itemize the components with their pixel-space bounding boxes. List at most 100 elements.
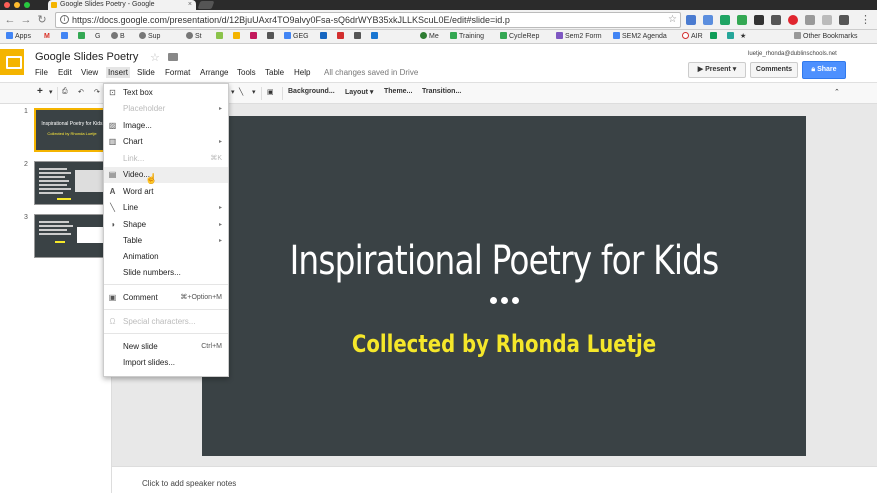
undo-icon[interactable]: ↶ [78,88,84,96]
browser-menu-icon[interactable]: ⋮ [860,13,871,26]
menu-item-table[interactable]: Table ▸ [104,233,228,249]
bookmark-8[interactable] [216,30,225,44]
bookmark-geg[interactable]: GEG [284,30,309,44]
reload-icon[interactable]: ↻ [35,13,49,27]
slide-thumbnail-3[interactable] [34,214,106,258]
bookmark-st[interactable]: St [186,30,202,44]
comment-add-icon[interactable]: ▣ [267,88,274,96]
bookmark-23[interactable] [710,30,719,44]
layout-button[interactable]: Layout ▾ [345,88,373,96]
redo-icon[interactable]: ↷ [94,88,100,96]
url-input[interactable]: i https://docs.google.com/presentation/d… [55,12,681,28]
download-extension-icon[interactable] [737,15,747,25]
print-icon[interactable]: ⎙ [62,88,68,96]
menu-item-placeholder[interactable]: Placeholder ▸ [104,101,228,117]
slides-logo-icon[interactable] [0,49,24,75]
bookmark-13[interactable] [320,30,329,44]
other-bookmarks[interactable]: Other Bookmarks [794,30,857,44]
bookmark-15[interactable] [354,30,363,44]
opera-extension-icon[interactable] [788,15,798,25]
present-button[interactable]: ▶ Present ▾ [688,62,746,78]
slide-subtitle[interactable]: Collected by Rhonda Luetje [256,330,751,358]
document-title[interactable]: Google Slides Poetry [35,51,138,63]
collapse-toolbar-icon[interactable]: ⌃ [834,88,840,96]
slide-thumbnail-2[interactable] [34,161,106,205]
menu-slide[interactable]: Slide [137,68,155,77]
main-slide[interactable]: Inspirational Poetry for Kids Collected … [202,116,806,456]
forward-arrow-icon[interactable]: → [19,13,33,27]
menu-item-animation[interactable]: Animation [104,249,228,265]
bookmark-me[interactable]: Me [420,30,439,44]
bookmark-training[interactable]: Training [450,30,484,44]
menu-item-video[interactable]: ▤ Video... [104,167,228,183]
star-document-icon[interactable]: ☆ [150,51,160,64]
minimize-window-icon[interactable] [14,2,20,8]
menu-insert[interactable]: Insert [106,67,131,78]
theme-button[interactable]: Theme... [384,88,412,95]
menu-file[interactable]: File [35,68,48,77]
bookmark-11[interactable] [267,30,276,44]
save-status[interactable]: All changes saved in Drive [324,68,418,77]
bookmark-b[interactable]: B [111,30,125,44]
bookmark-10[interactable] [250,30,259,44]
menu-item-special-characters[interactable]: Ω Special characters... [104,314,228,330]
slide-thumbnail-1[interactable]: Inspirational Poetry for Kids Collected … [34,108,106,152]
line-tool-icon[interactable]: ╲ [239,88,243,96]
folder-icon[interactable] [168,53,178,61]
comments-button[interactable]: Comments [750,62,798,78]
slide-title[interactable]: Inspirational Poetry for Kids [256,238,751,284]
menu-tools[interactable]: Tools [237,68,256,77]
menu-item-shape[interactable]: ◑ Shape ▸ [104,217,228,233]
menu-item-text-box[interactable]: ⊡ Text box [104,85,228,101]
background-button[interactable]: Background... [288,88,335,95]
menu-table[interactable]: Table [265,68,284,77]
extension-icon[interactable] [686,15,696,25]
menu-edit[interactable]: Edit [58,68,72,77]
bookmark-16[interactable] [371,30,380,44]
close-tab-icon[interactable]: × [188,0,192,10]
shape-dropdown-icon[interactable]: ▾ [231,88,235,96]
menu-item-import-slides[interactable]: Import slides... [104,355,228,371]
bookmark-cyclerep[interactable]: CycleRep [500,30,539,44]
extension-4-icon[interactable] [839,15,849,25]
menu-item-line[interactable]: ╲ Line ▸ [104,200,228,216]
bookmark-24[interactable] [727,30,736,44]
menu-item-word-art[interactable]: A Word art [104,184,228,200]
screen-extension-icon[interactable] [754,15,764,25]
maximize-window-icon[interactable] [24,2,30,8]
bookmark-calendar[interactable] [61,30,70,44]
bookmark-14[interactable] [337,30,346,44]
cast-extension-icon[interactable] [771,15,781,25]
drive-extension-icon[interactable] [720,15,730,25]
menu-item-new-slide[interactable]: New slide Ctrl+M [104,339,228,355]
share-button[interactable]: 🔒︎ Share [802,61,846,79]
bookmark-apps[interactable]: Apps [6,30,31,44]
bookmark-sup[interactable]: Sup [139,30,160,44]
line-dropdown-icon[interactable]: ▾ [252,88,256,96]
bookmark-air[interactable]: AIR [682,30,703,44]
menu-view[interactable]: View [81,68,98,77]
new-slide-dropdown-icon[interactable]: ▾ [49,88,53,96]
transition-button[interactable]: Transition... [422,88,461,95]
menu-item-link[interactable]: Link... ⌘K [104,151,228,167]
menu-format[interactable]: Format [165,68,190,77]
bookmark-google[interactable]: G [95,30,100,44]
menu-item-chart[interactable]: ▥ Chart ▸ [104,134,228,150]
speaker-notes[interactable]: Click to add speaker notes [112,466,877,493]
close-window-icon[interactable] [4,2,10,8]
bookmark-star[interactable]: ★ [740,30,746,44]
menu-item-comment[interactable]: ▣ Comment ⌘+Option+M [104,290,228,306]
bookmark-sem2-form[interactable]: Sem2 Form [556,30,602,44]
back-arrow-icon[interactable]: ← [3,13,17,27]
extension-2-icon[interactable] [805,15,815,25]
bookmark-sem2-agenda[interactable]: SEM2 Agenda [613,30,667,44]
bookmark-star-icon[interactable]: ☆ [668,13,677,27]
new-tab-button[interactable] [197,1,215,9]
menu-item-image[interactable]: ▨ Image... [104,118,228,134]
user-email[interactable]: luetje_rhonda@dublinschools.net [748,51,837,57]
browser-tab[interactable]: Google Slides Poetry - Google × [48,0,196,10]
new-slide-plus-icon[interactable]: + [37,86,43,97]
info-icon[interactable]: i [60,15,69,24]
bookmark-9[interactable] [233,30,242,44]
menu-item-slide-numbers[interactable]: Slide numbers... [104,265,228,281]
